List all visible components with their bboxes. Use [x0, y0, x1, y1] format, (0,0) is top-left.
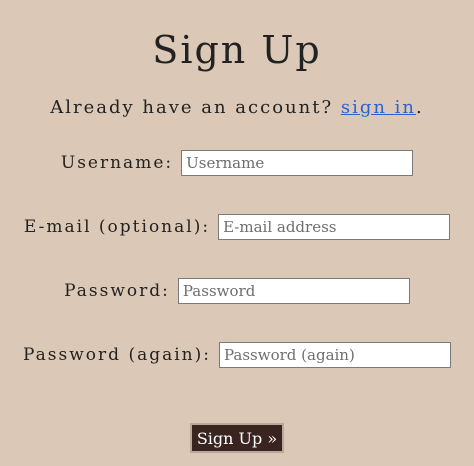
password-again-row: Password (again): [0, 340, 474, 370]
password-input[interactable] [177, 278, 410, 304]
email-input[interactable] [218, 214, 451, 240]
password-again-label: Password (again): [23, 345, 211, 365]
signin-prompt-text: Already have an account? [50, 97, 334, 118]
signup-button[interactable]: Sign Up » [189, 423, 285, 453]
password-row: Password: [0, 276, 474, 306]
page-title: Sign Up [152, 28, 322, 72]
password-label: Password: [64, 281, 170, 301]
signin-prompt: Already have an account? sign in. [0, 96, 474, 120]
username-row: Username: [0, 148, 474, 178]
submit-area: Sign Up » [0, 423, 474, 453]
email-row: E-mail (optional): [0, 212, 474, 242]
signin-prompt-suffix: . [416, 97, 424, 118]
signin-link[interactable]: sign in [341, 97, 416, 118]
email-label: E-mail (optional): [23, 217, 211, 237]
username-label: Username: [60, 153, 174, 173]
password-again-input[interactable] [219, 342, 451, 368]
username-input[interactable] [181, 150, 414, 176]
